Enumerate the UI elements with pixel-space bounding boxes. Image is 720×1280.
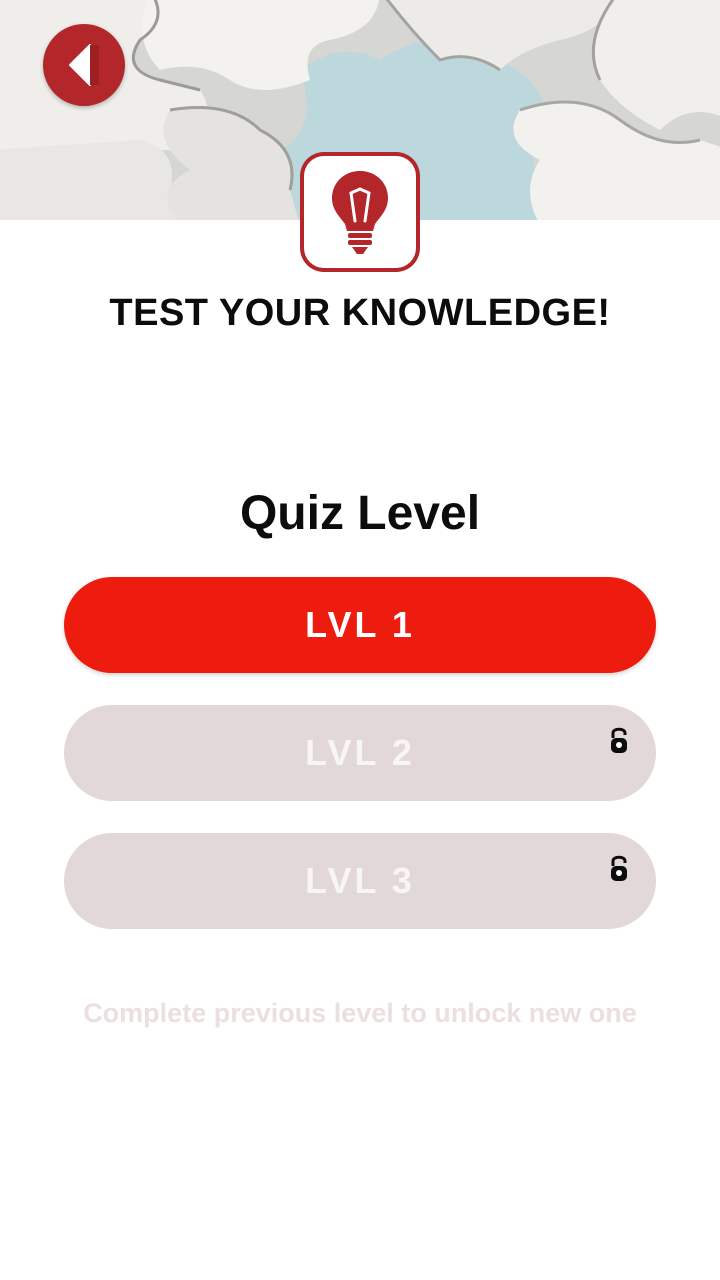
unlock-hint: Complete previous level to unlock new on… [83, 998, 637, 1028]
level-1-label: LVL 1 [305, 604, 415, 645]
level-2-button[interactable]: LVL 2 [64, 705, 656, 801]
app-logo [300, 152, 420, 272]
page-headline: TEST YOUR KNOWLEDGE! [109, 292, 611, 334]
level-2-label: LVL 2 [305, 732, 415, 773]
back-button[interactable] [43, 24, 125, 106]
level-3-button[interactable]: LVL 3 [64, 833, 656, 929]
level-3-label: LVL 3 [305, 860, 415, 901]
lock-icon [611, 855, 627, 881]
caret-left-icon [69, 44, 99, 86]
level-1-button[interactable]: LVL 1 [64, 577, 656, 673]
lightbulb-icon [332, 171, 388, 254]
lock-icon [611, 727, 627, 753]
quiz-level-title: Quiz Level [239, 487, 481, 540]
